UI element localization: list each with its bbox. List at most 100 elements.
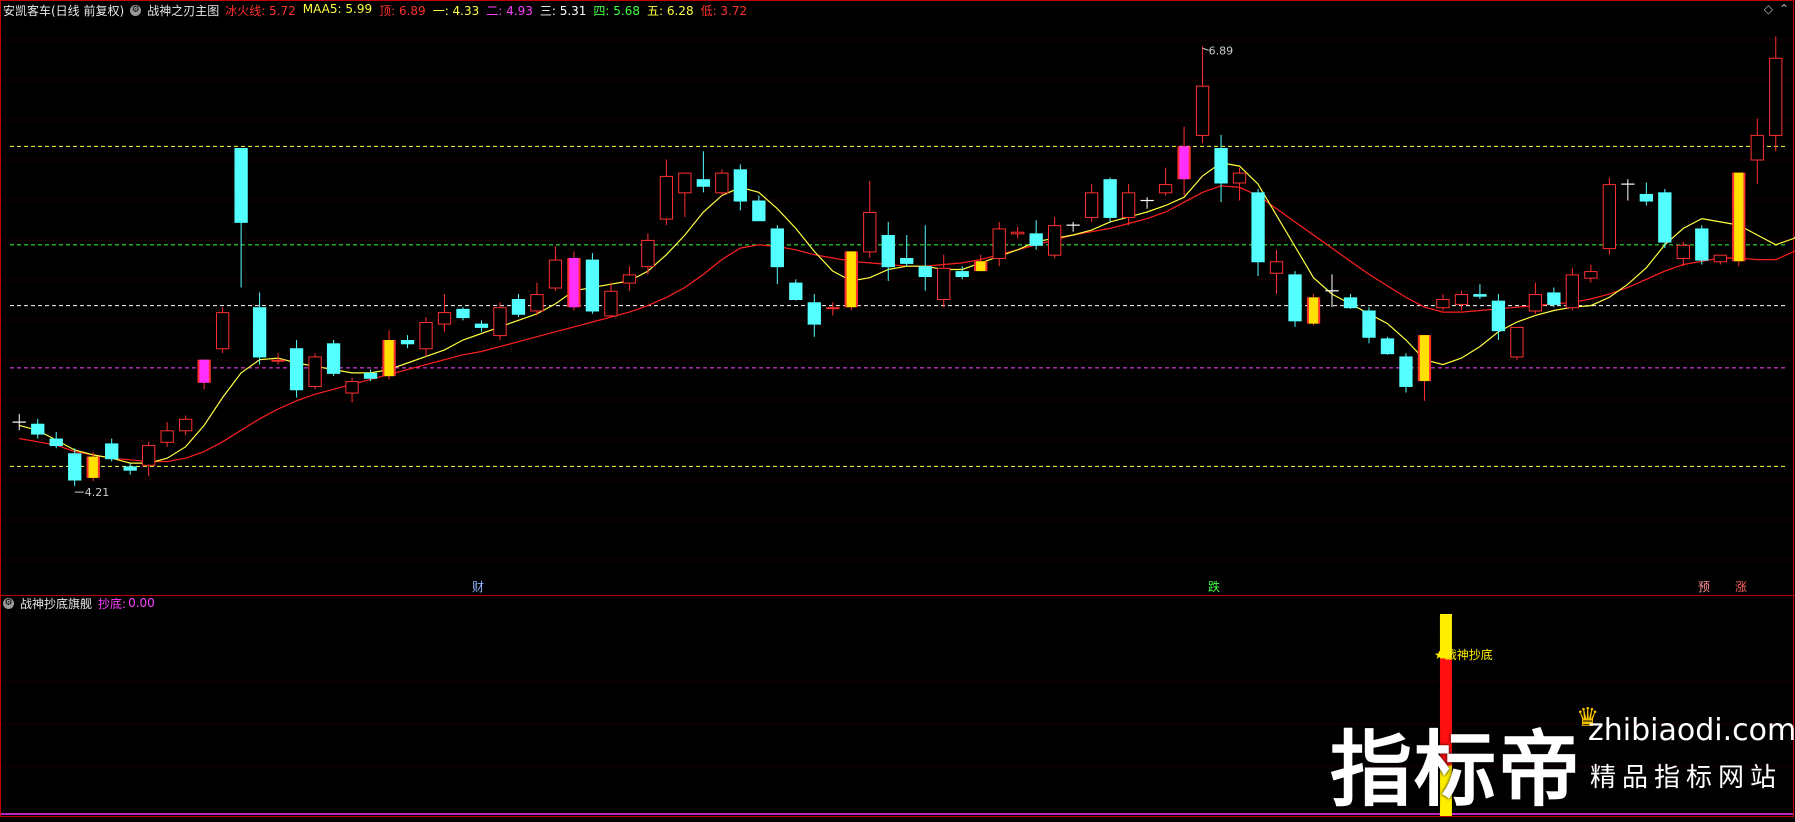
candle (345, 377, 359, 403)
candle (863, 180, 877, 258)
candle (770, 225, 784, 285)
candle-body (308, 356, 322, 387)
sub-indicator-name[interactable]: 战神抄底旗舰 (20, 595, 92, 612)
candle (234, 148, 248, 288)
candle (1380, 336, 1395, 355)
indicator-name[interactable]: 战神之刃主图 (147, 2, 219, 19)
low-price-label: 4.21 (85, 486, 110, 499)
candle (308, 353, 322, 390)
candle-body (1288, 274, 1302, 322)
candle-body-core (88, 456, 98, 478)
grid-lines (1, 39, 1793, 809)
candle-body (789, 282, 803, 300)
signal-label: ★战神抄底 (1434, 647, 1493, 662)
indicator-value-0: 冰火线: 5.72 (225, 3, 296, 18)
candle (992, 221, 1006, 267)
cai-marker: 财 (472, 580, 484, 594)
watermark: 指标帝 ♛ zhibiaodi.com 精品指标网站 (1330, 703, 1795, 818)
candle (733, 164, 747, 211)
candle (974, 254, 988, 272)
candle (123, 463, 137, 475)
candle (382, 330, 396, 380)
candle (1232, 167, 1247, 201)
candle-body-core (1308, 297, 1319, 324)
candle (1158, 167, 1173, 196)
candle-body (548, 259, 563, 289)
chart-canvas[interactable]: 6.89 4.21 财 跌 预 涨 ★战神抄底 (0, 0, 1795, 818)
candle-body (955, 271, 969, 278)
candle-body (826, 307, 840, 310)
indicator-value-2: 顶: 6.89 (379, 3, 426, 18)
candle-body (178, 418, 193, 432)
zhang-marker: 涨 (1735, 579, 1747, 594)
sub-settings-icon[interactable]: ⚙ (3, 597, 14, 609)
main-header: 安凯客车(日线 前复权) ⚙ 战神之刃主图 冰火线: 5.72 MAA5: 5.9… (0, 1, 760, 19)
candle-body (123, 466, 137, 471)
candle-body (345, 381, 359, 394)
candle (1639, 182, 1653, 206)
candle (1436, 294, 1450, 311)
stock-title[interactable]: 安凯客车(日线 前复权) (3, 2, 124, 19)
candle-body (622, 274, 637, 284)
candle-body (1232, 172, 1247, 184)
candle (511, 294, 526, 318)
candle-body (1158, 184, 1173, 194)
candle (326, 340, 341, 377)
candle-body (1380, 338, 1395, 355)
candlesticks[interactable] (12, 36, 1783, 487)
candle (567, 251, 581, 311)
candle-body (105, 443, 119, 460)
candle-body (400, 340, 415, 345)
candle (1584, 264, 1598, 283)
candle-body (252, 307, 267, 358)
candle-body (1343, 297, 1358, 309)
candle-body (234, 148, 248, 223)
candle (1473, 284, 1487, 299)
candle-body (1565, 274, 1580, 309)
candle (178, 415, 193, 436)
candle (900, 234, 914, 267)
candle-body (1436, 299, 1450, 309)
candle (585, 253, 600, 314)
candle-body (1528, 294, 1543, 312)
candle-body (511, 299, 526, 315)
candle (622, 266, 637, 291)
diamond-icon[interactable]: ◇ (1764, 2, 1773, 16)
main-pane-frame (0, 0, 1794, 596)
candle-body (1676, 244, 1690, 259)
candle-body (474, 323, 489, 328)
reference-lines (10, 145, 1785, 467)
candle-body (585, 259, 600, 312)
candle-body (678, 172, 692, 194)
candle (1177, 126, 1191, 196)
candle-body (1029, 233, 1043, 246)
candle (1750, 118, 1764, 185)
candle (197, 359, 211, 390)
candle (419, 317, 433, 357)
candle (937, 254, 951, 308)
moving-averages (19, 162, 1795, 464)
sub-value: 0.00 (128, 596, 155, 610)
candle (400, 335, 415, 349)
candle-body (604, 290, 618, 317)
chart-window: 6.89 4.21 财 跌 预 涨 ★战神抄底 安凯客车(日线 前复权) ⚙ 战… (0, 0, 1795, 818)
candle (844, 251, 858, 311)
candle-body (733, 169, 747, 202)
candle (918, 225, 932, 291)
indicator-value-7: 五: 6.28 (647, 3, 694, 18)
candle (1658, 189, 1672, 249)
candle-body (160, 430, 174, 443)
candle (678, 172, 692, 217)
candle-body (937, 267, 951, 301)
candle (1454, 290, 1469, 311)
candle (1510, 326, 1524, 360)
candle-body (363, 372, 378, 379)
indicator-value-4: 二: 4.93 (486, 3, 533, 18)
candle-body (419, 321, 433, 350)
candle (1066, 221, 1080, 232)
settings-icon[interactable]: ⚙ (130, 4, 142, 16)
collapse-icon[interactable]: ⌃ (1779, 2, 1789, 16)
sub-label: 抄底: (98, 596, 127, 611)
candle-body (1473, 294, 1487, 297)
candle-body (1658, 192, 1672, 243)
